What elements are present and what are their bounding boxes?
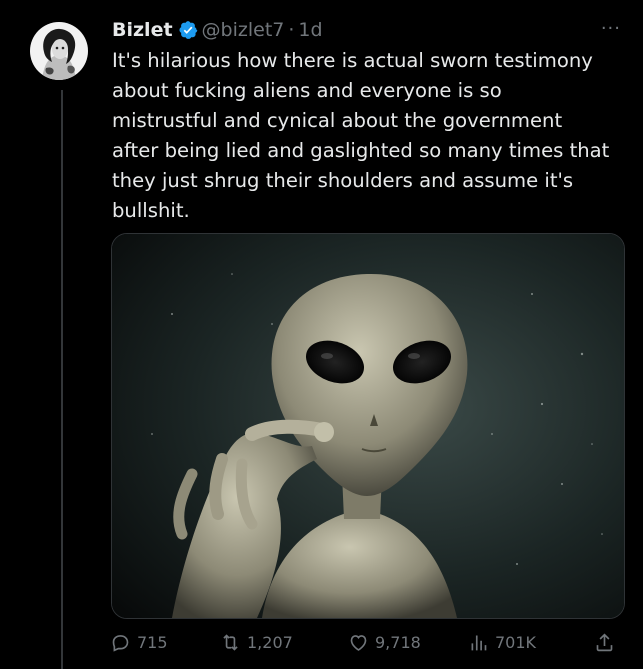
retweet-button[interactable]: 1,207 [220,626,293,658]
verified-badge-icon [179,21,197,39]
timestamp[interactable]: 1d [298,19,322,41]
thread-line [61,90,63,669]
reply-icon [112,634,129,652]
share-button[interactable] [594,626,621,658]
author-handle[interactable]: @bizlet7 [202,19,285,41]
separator-dot: · [288,19,295,41]
reply-count: 715 [137,632,168,652]
tweet-header: Bizlet @bizlet7 · 1d [112,16,323,44]
avatar-image [30,22,88,80]
views-count: 701K [495,632,537,652]
avatar[interactable] [30,22,88,80]
retweet-count: 1,207 [247,632,293,652]
like-button[interactable]: 9,718 [348,626,421,658]
like-count: 9,718 [375,632,421,652]
reply-button[interactable]: 715 [110,626,168,658]
like-icon [350,634,367,651]
share-icon [596,632,613,651]
tweet-text: It's hilarious how there is actual sworn… [112,49,610,222]
author-name[interactable]: Bizlet [112,19,173,41]
views-button[interactable]: 701K [468,626,536,658]
views-icon [471,635,487,650]
tweet-actions: 715 1,207 9,718 701K [110,626,630,658]
retweet-icon [223,633,238,651]
more-options-icon[interactable]: ··· [601,18,621,39]
alien-image [112,234,624,618]
tweet-media-image[interactable] [111,233,625,619]
